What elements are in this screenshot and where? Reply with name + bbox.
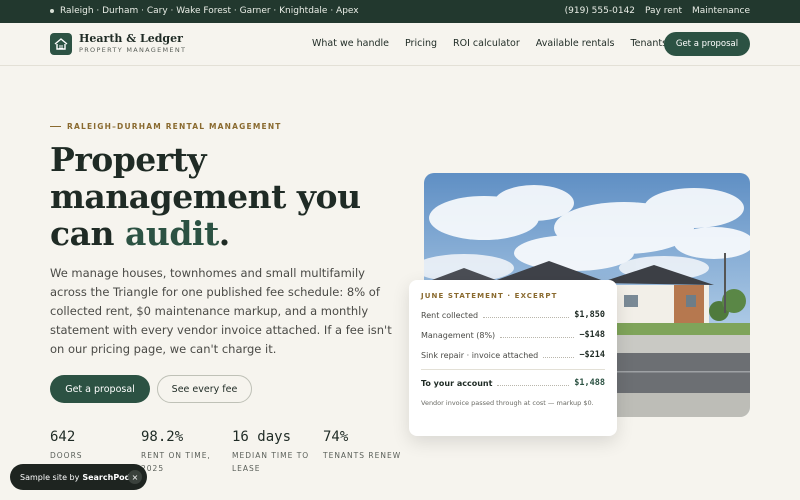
pay-rent-link[interactable]: Pay rent [645, 6, 682, 16]
stat-label: MEDIAN TIME TO LEASE [232, 451, 310, 473]
statement-row: Sink repair · invoice attached −$214 [421, 350, 605, 360]
row-value: $1,850 [574, 310, 605, 320]
stat-number: 642 [50, 429, 76, 445]
row-value: −$214 [579, 350, 605, 360]
house-icon [54, 38, 68, 50]
stat-number: 98.2% [141, 429, 184, 445]
statement-title: JUNE STATEMENT · EXCERPT [421, 292, 558, 300]
total-label: To your account [421, 378, 493, 388]
close-icon[interactable]: × [128, 470, 142, 484]
service-areas: Raleigh · Durham · Cary · Wake Forest · … [50, 6, 359, 16]
nav-tenants[interactable]: Tenants [630, 38, 667, 49]
hero-lead: We manage houses, townhomes and small mu… [50, 266, 392, 356]
stat-rent-on-time: 98.2% RENT ON TIME, 2025 [141, 429, 232, 475]
statement-divider [421, 369, 605, 370]
row-value: −$148 [579, 330, 605, 340]
hero-headline: Property management you can audit. [50, 141, 410, 252]
see-every-fee-button[interactable]: See every fee [157, 375, 252, 403]
top-bar-links: (919) 555‑0142 Pay rent Maintenance [565, 6, 750, 16]
get-proposal-button[interactable]: Get a proposal [50, 375, 150, 403]
eyebrow-text: RALEIGH–DURHAM RENTAL MANAGEMENT [67, 122, 282, 131]
main-nav: What we handle Pricing ROI calculator Av… [312, 38, 667, 49]
stat-label: RENT ON TIME, 2025 [141, 451, 211, 473]
statement-total-row: To your account $1,488 [421, 378, 605, 388]
brand-name: Hearth & Ledger [79, 32, 183, 45]
dotted-leader [500, 332, 575, 338]
stat-label: DOORS [50, 451, 83, 460]
stat-number: 16 days [232, 429, 292, 445]
headline-period: . [218, 214, 231, 253]
statement-row: Rent collected $1,850 [421, 310, 605, 320]
site-header: Hearth & Ledger PROPERTY MANAGEMENT What… [0, 23, 800, 66]
statement-row: Management (8%) −$148 [421, 330, 605, 340]
row-label: Management (8%) [421, 330, 496, 340]
nav-available-rentals[interactable]: Available rentals [536, 38, 615, 49]
dotted-leader [483, 312, 570, 318]
toast-prefix: Sample site by [20, 472, 80, 482]
hero-eyebrow: RALEIGH–DURHAM RENTAL MANAGEMENT [50, 122, 282, 131]
headline-accent: audit [124, 214, 219, 253]
nav-what-we-handle[interactable]: What we handle [312, 38, 389, 49]
eyebrow-rule [50, 126, 61, 127]
dotted-leader [543, 352, 575, 358]
logo[interactable] [50, 33, 72, 55]
statement-note: Vendor invoice passed through at cost — … [421, 399, 594, 407]
stat-tenants-renew: 74% TENANTS RENEW [323, 429, 414, 475]
row-label: Rent collected [421, 310, 479, 320]
searchpod-link[interactable]: SearchPod [82, 473, 130, 482]
header-proposal-button[interactable]: Get a proposal [664, 32, 750, 56]
total-value: $1,488 [574, 378, 605, 388]
brand[interactable]: Hearth & Ledger PROPERTY MANAGEMENT [79, 32, 186, 54]
stat-time-to-lease: 16 days MEDIAN TIME TO LEASE [232, 429, 323, 475]
stat-label: TENANTS RENEW [323, 451, 402, 460]
dotted-leader [497, 380, 570, 386]
brand-subtitle: PROPERTY MANAGEMENT [79, 46, 187, 54]
phone-link[interactable]: (919) 555‑0142 [565, 6, 635, 16]
statement-card: JUNE STATEMENT · EXCERPT Rent collected … [409, 280, 617, 436]
location-dot-icon [50, 9, 54, 13]
top-bar: Raleigh · Durham · Cary · Wake Forest · … [0, 0, 800, 23]
stat-number: 74% [323, 429, 349, 445]
maintenance-link[interactable]: Maintenance [692, 6, 750, 16]
nav-pricing[interactable]: Pricing [405, 38, 437, 49]
nav-roi-calculator[interactable]: ROI calculator [453, 38, 520, 49]
sample-site-toast: Sample site by SearchPod × [10, 464, 147, 490]
row-label: Sink repair · invoice attached [421, 350, 539, 360]
service-areas-text: Raleigh · Durham · Cary · Wake Forest · … [60, 6, 359, 16]
